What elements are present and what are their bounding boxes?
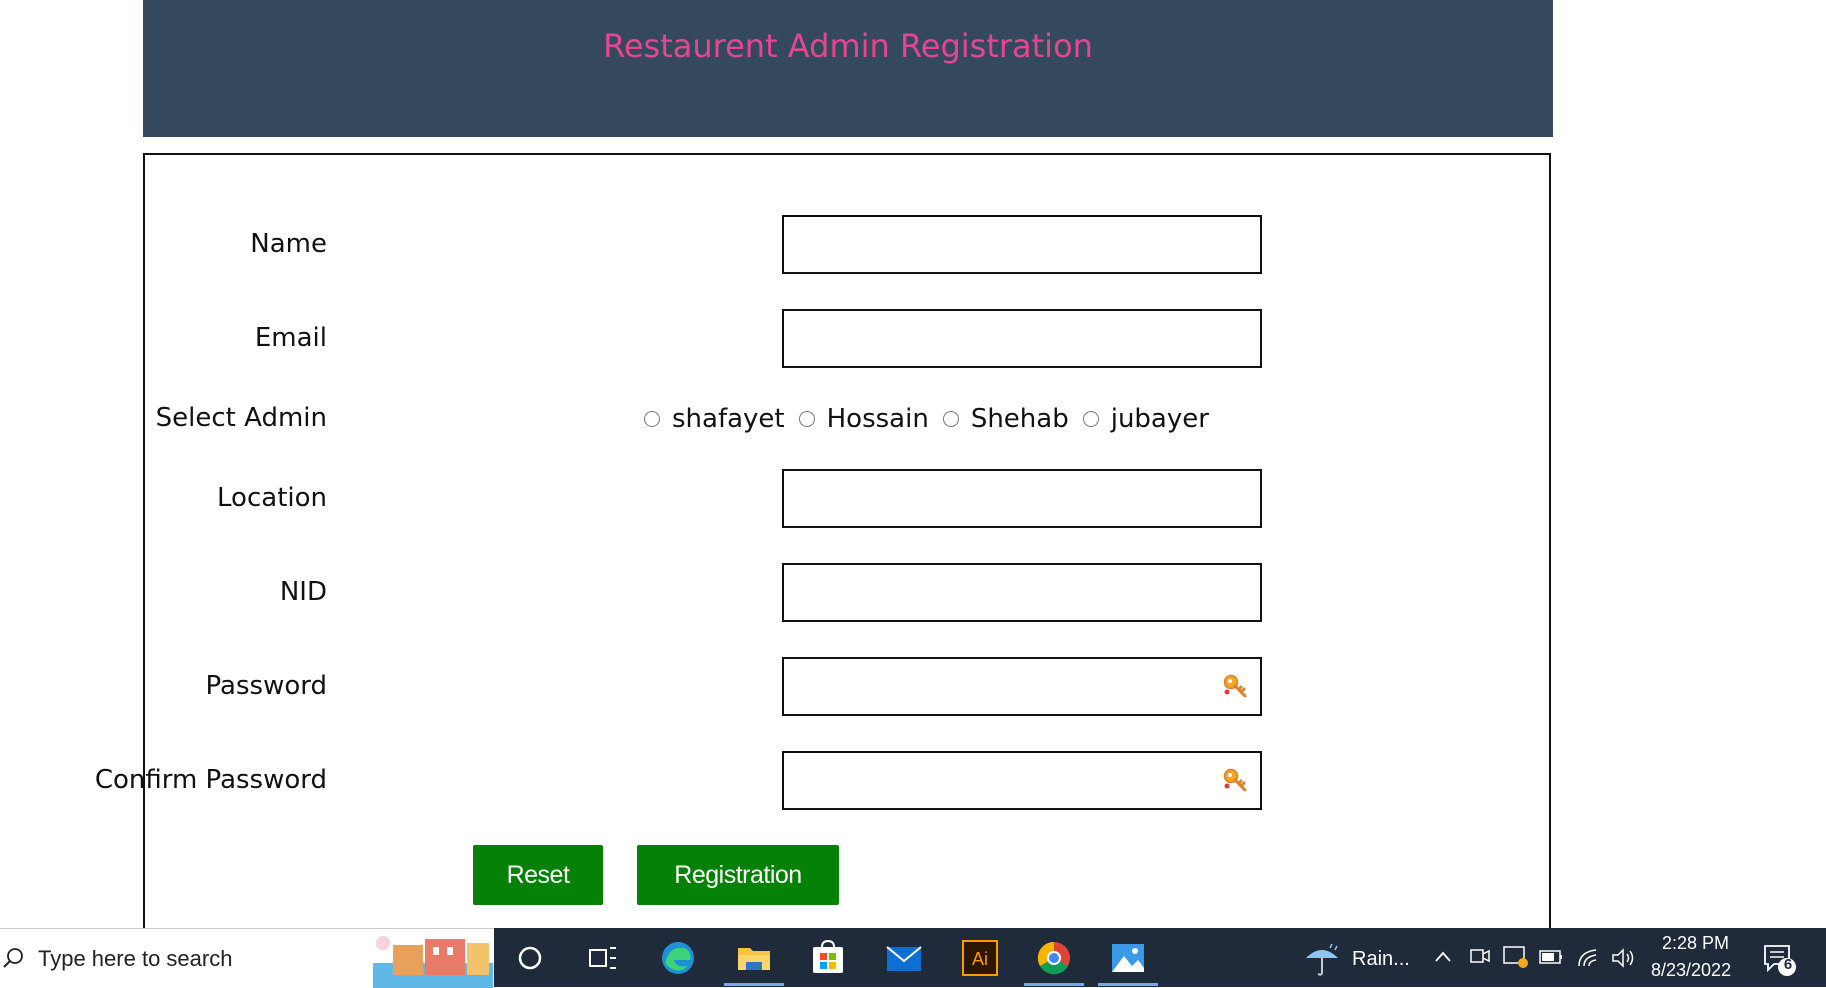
location-input[interactable] bbox=[782, 469, 1262, 528]
admin-option-shafayet[interactable]: shafayet bbox=[644, 404, 785, 434]
nid-input[interactable] bbox=[782, 563, 1262, 622]
chrome-active-indicator bbox=[1024, 983, 1084, 986]
admin-option-label: shafayet bbox=[672, 404, 785, 434]
mail-icon[interactable] bbox=[884, 938, 924, 978]
illustrator-label: Ai bbox=[972, 949, 988, 969]
email-input[interactable] bbox=[782, 309, 1262, 368]
taskbar-search-box[interactable]: Type here to search bbox=[0, 928, 494, 988]
name-label: Name bbox=[250, 229, 327, 259]
registration-form: Name Email Select Admin shafayet Hossain… bbox=[95, 153, 1551, 973]
confirm-password-input[interactable] bbox=[782, 751, 1262, 810]
chrome-icon[interactable] bbox=[1034, 938, 1074, 978]
wifi-icon[interactable] bbox=[1576, 946, 1602, 970]
email-label: Email bbox=[254, 323, 327, 353]
clock-date[interactable]: 8/23/2022 bbox=[1651, 960, 1731, 981]
admin-option-label: Hossain bbox=[826, 404, 929, 434]
store-icon[interactable] bbox=[808, 938, 848, 978]
radio-button[interactable] bbox=[798, 411, 815, 427]
admin-option-label: jubayer bbox=[1110, 404, 1209, 434]
select-admin-label: Select Admin bbox=[155, 403, 327, 433]
volume-icon[interactable] bbox=[1610, 946, 1636, 970]
notification-count: 6 bbox=[1783, 956, 1793, 973]
radio-button[interactable] bbox=[942, 411, 959, 427]
task-view-icon[interactable] bbox=[582, 938, 622, 978]
nid-label: NID bbox=[279, 577, 327, 607]
admin-option-label: Shehab bbox=[970, 404, 1069, 434]
file-explorer-icon[interactable] bbox=[734, 938, 774, 978]
meet-now-icon[interactable] bbox=[1468, 944, 1492, 968]
search-icon bbox=[3, 948, 23, 968]
cortana-icon[interactable] bbox=[510, 938, 550, 978]
battery-icon[interactable] bbox=[1538, 946, 1564, 968]
password-key-icon[interactable] bbox=[1222, 673, 1248, 699]
password-label: Password bbox=[205, 671, 327, 701]
password-input[interactable] bbox=[782, 657, 1262, 716]
page-header: Restaurent Admin Registration bbox=[143, 0, 1553, 137]
location-label: Location bbox=[217, 483, 327, 513]
page-title: Restaurent Admin Registration bbox=[603, 27, 1093, 65]
security-center-icon[interactable] bbox=[1502, 944, 1530, 970]
photos-active-indicator bbox=[1098, 983, 1158, 986]
admin-radio-group: shafayet Hossain Shehab jubayer bbox=[644, 401, 1223, 437]
photos-icon[interactable] bbox=[1108, 938, 1148, 978]
reset-button[interactable]: Reset bbox=[473, 845, 603, 905]
registration-button[interactable]: Registration bbox=[637, 845, 839, 905]
confirm-password-label: Confirm Password bbox=[94, 765, 327, 795]
confirm-password-key-icon[interactable] bbox=[1222, 767, 1248, 793]
illustrator-icon[interactable]: Ai bbox=[960, 938, 1000, 978]
taskbar-search-placeholder: Type here to search bbox=[38, 946, 233, 971]
clock-time[interactable]: 2:28 PM bbox=[1662, 933, 1729, 954]
weather-text[interactable]: Rain... bbox=[1352, 948, 1410, 971]
admin-option-jubayer[interactable]: jubayer bbox=[1082, 404, 1209, 434]
edge-icon[interactable] bbox=[658, 938, 698, 978]
name-input[interactable] bbox=[782, 215, 1262, 274]
chevron-up-icon[interactable] bbox=[1432, 946, 1454, 968]
admin-option-shehab[interactable]: Shehab bbox=[942, 404, 1069, 434]
file-explorer-active-indicator bbox=[724, 983, 784, 986]
admin-option-hossain[interactable]: Hossain bbox=[798, 404, 929, 434]
radio-button[interactable] bbox=[1082, 411, 1099, 427]
radio-button[interactable] bbox=[644, 411, 660, 427]
search-highlight-illustration-icon bbox=[373, 936, 493, 988]
rain-weather-icon[interactable] bbox=[1302, 938, 1342, 978]
